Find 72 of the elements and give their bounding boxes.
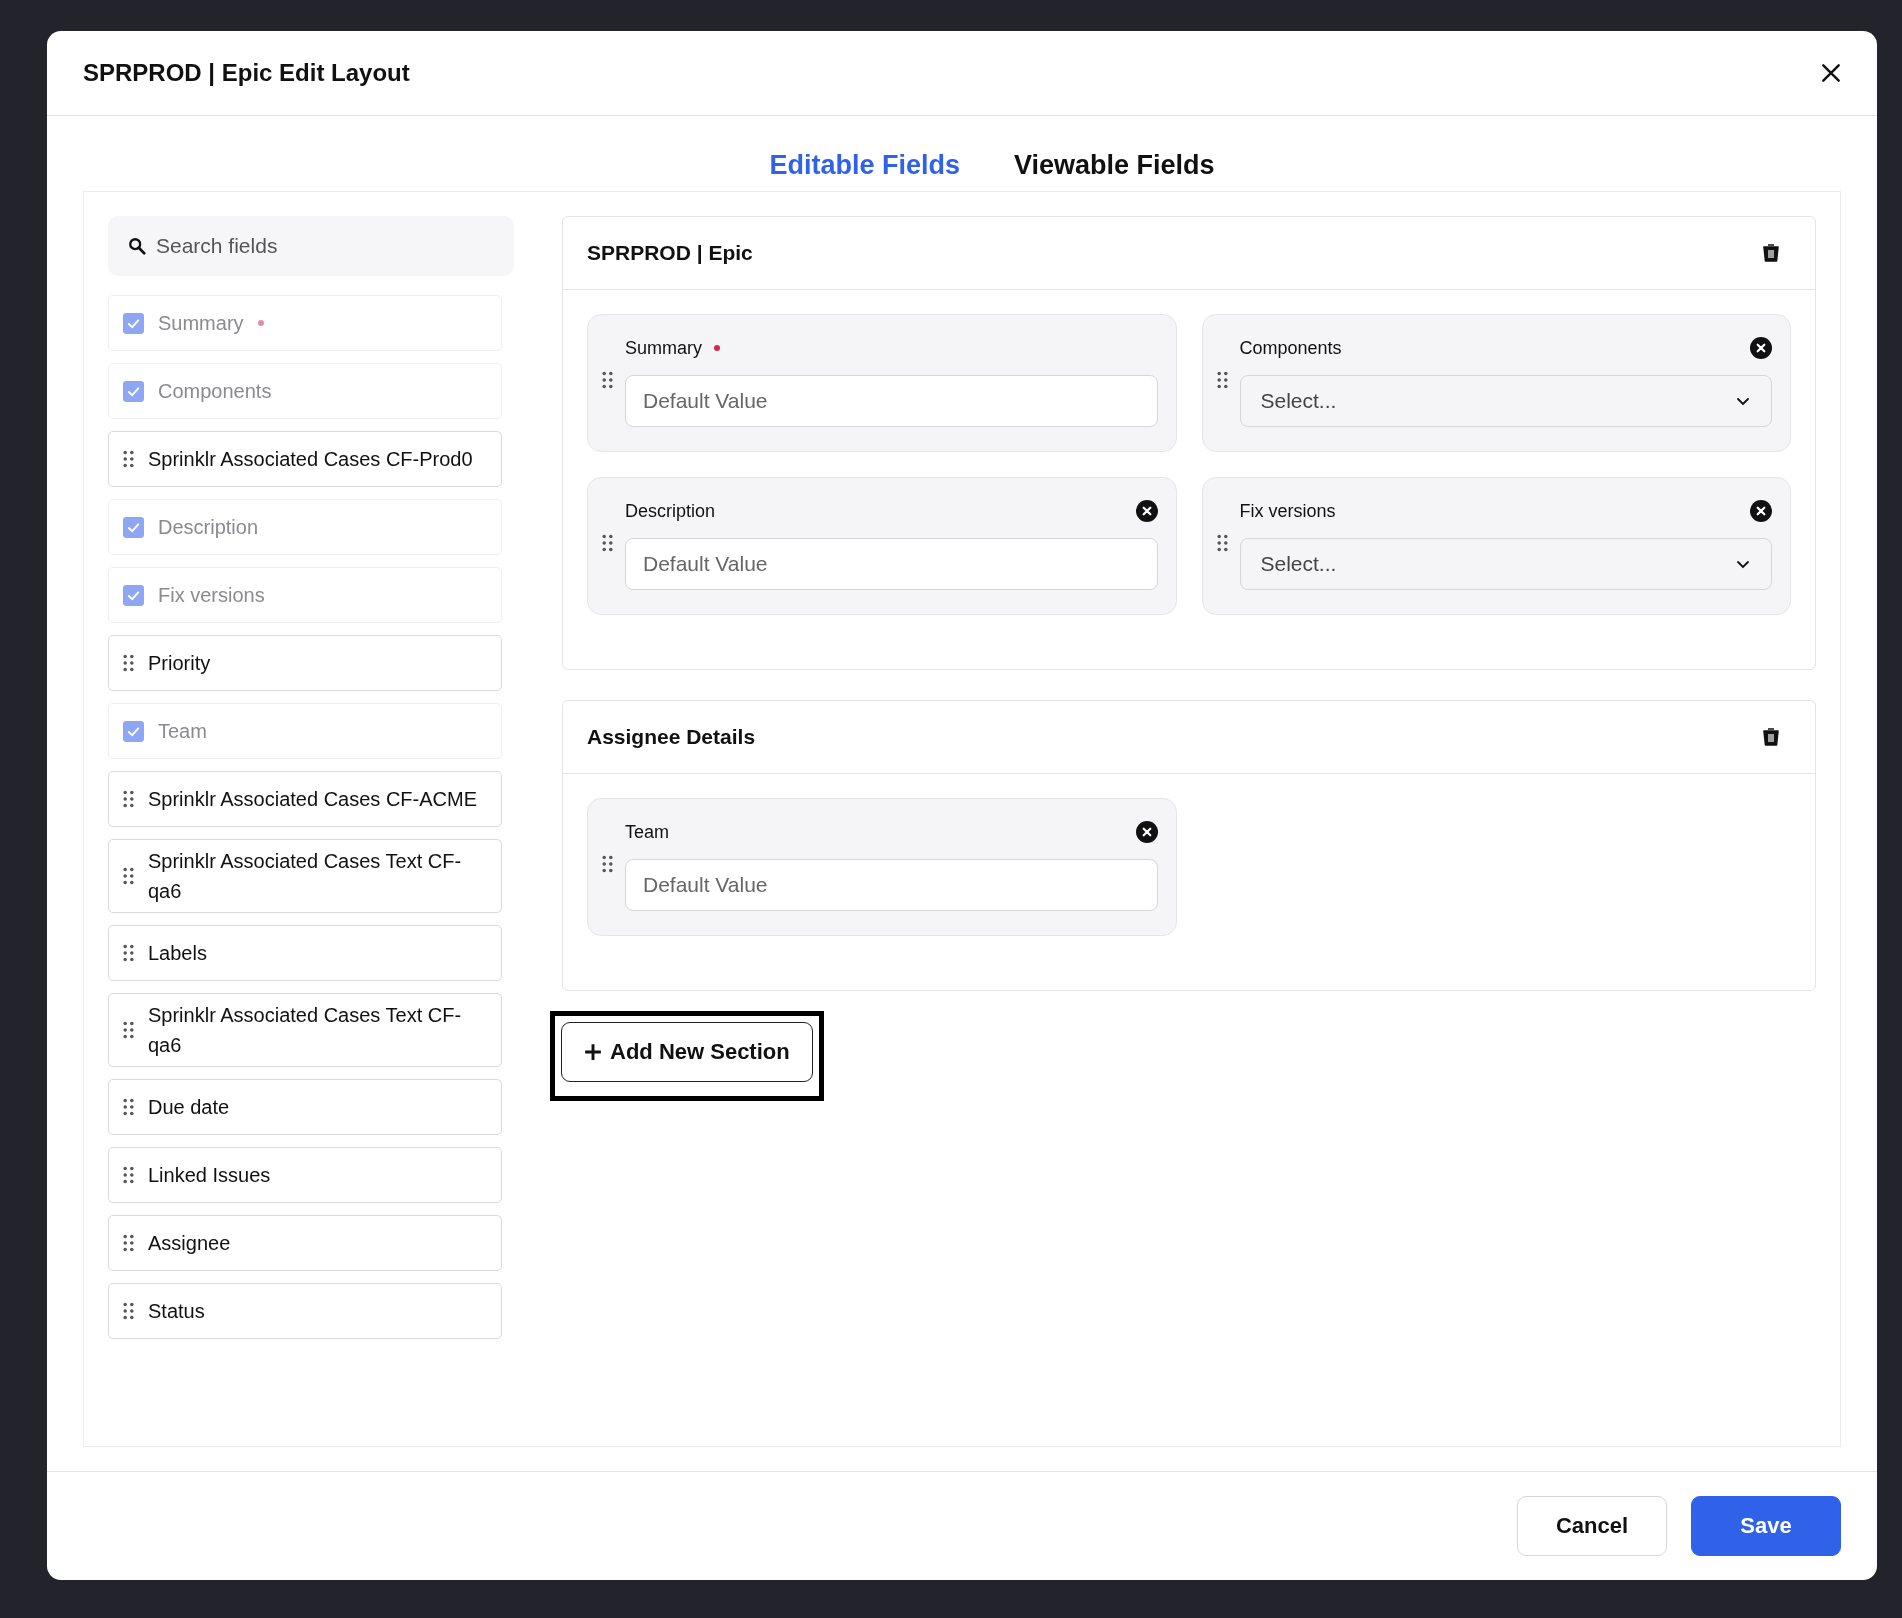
drag-handle-icon[interactable]	[123, 867, 134, 885]
field-label: Summary	[625, 337, 702, 359]
field-label: Components	[158, 379, 272, 404]
drag-handle-icon[interactable]	[123, 450, 134, 468]
field-list-item[interactable]: Sprinklr Associated Cases CF-ACME	[108, 771, 502, 827]
close-icon[interactable]	[1820, 62, 1842, 84]
field-list-item[interactable]: Assignee	[108, 1215, 502, 1271]
drag-handle-icon[interactable]	[602, 371, 613, 389]
field-label: Fix versions	[158, 583, 265, 608]
drag-handle-icon[interactable]	[123, 1234, 134, 1252]
select-dropdown[interactable]: Select...	[1239, 375, 1772, 427]
select-dropdown[interactable]: Select...	[1239, 538, 1772, 590]
field-label: Status	[148, 1299, 205, 1324]
plus-icon	[584, 1043, 602, 1061]
trash-icon[interactable]	[1761, 243, 1781, 263]
field-label: Team	[158, 719, 207, 744]
drag-handle-icon[interactable]	[1216, 371, 1228, 389]
remove-icon[interactable]	[1750, 337, 1772, 359]
field-label: Sprinklr Associated Cases Text CF-qa6	[148, 1003, 463, 1058]
field-label: Priority	[148, 651, 211, 676]
field-label: Due date	[148, 1095, 230, 1120]
checkbox[interactable]	[123, 720, 144, 742]
checkbox[interactable]	[123, 516, 144, 538]
field-label: Sprinklr Associated Cases CF-Prod0	[148, 447, 473, 472]
trash-icon[interactable]	[1761, 727, 1781, 747]
default-value-field[interactable]: Default Value	[625, 859, 1158, 911]
drag-handle-icon[interactable]	[123, 1166, 134, 1184]
field-label: Summary	[158, 311, 244, 336]
checkbox[interactable]	[123, 584, 144, 606]
section-title: Assignee Details	[587, 725, 756, 749]
field-list-item[interactable]: Due date	[108, 1079, 502, 1135]
default-value-field[interactable]: Default Value	[625, 538, 1158, 590]
field-list-item[interactable]: Status	[108, 1283, 502, 1339]
cancel-button[interactable]: Cancel	[1517, 1496, 1667, 1556]
field-label: Fix versions	[1239, 500, 1336, 522]
field-label: Description	[625, 500, 716, 522]
save-button[interactable]: Save	[1691, 1496, 1841, 1556]
drag-handle-icon[interactable]	[123, 790, 134, 808]
field-label: Description	[158, 515, 259, 540]
dialog-title: SPRPROD | Epic Edit Layout	[83, 59, 411, 87]
section-title: SPRPROD | Epic	[587, 241, 753, 265]
field-list-item[interactable]: Sprinklr Associated Cases Text CF-qa6	[108, 993, 502, 1067]
drag-handle-icon[interactable]	[602, 855, 613, 873]
field-label: Team	[625, 821, 669, 843]
field-list-item[interactable]: Priority	[108, 635, 502, 691]
remove-icon[interactable]	[1750, 500, 1772, 522]
field-label: Labels	[148, 941, 207, 966]
drag-handle-icon[interactable]	[602, 534, 613, 552]
default-value-field[interactable]: Default Value	[625, 375, 1158, 427]
drag-handle-icon[interactable]	[1216, 534, 1228, 552]
field-list-item[interactable]: Sprinklr Associated Cases CF-Prod0	[108, 431, 502, 487]
tab[interactable]: Viewable Fields	[1013, 150, 1215, 181]
field-label: Sprinklr Associated Cases CF-ACME	[148, 787, 477, 812]
checkbox[interactable]	[123, 312, 144, 334]
field-label: Sprinklr Associated Cases Text CF-qa6	[148, 849, 463, 904]
checkbox[interactable]	[123, 380, 144, 402]
search-field[interactable]: Search fields	[108, 216, 514, 276]
add-section-button[interactable]: Add New Section	[561, 1022, 813, 1082]
drag-handle-icon[interactable]	[123, 654, 134, 672]
field-list-item[interactable]: Linked Issues	[108, 1147, 502, 1203]
drag-handle-icon[interactable]	[123, 1302, 134, 1320]
field-list-item[interactable]: Labels	[108, 925, 502, 981]
field-list-item[interactable]: Sprinklr Associated Cases Text CF-qa6	[108, 839, 502, 913]
field-label: Linked Issues	[148, 1163, 271, 1188]
drag-handle-icon[interactable]	[123, 1021, 134, 1039]
remove-icon[interactable]	[1135, 500, 1158, 522]
field-label: Assignee	[148, 1231, 231, 1256]
drag-handle-icon[interactable]	[123, 1098, 134, 1116]
tab[interactable]: Editable Fields	[769, 150, 960, 181]
remove-icon[interactable]	[1135, 821, 1158, 843]
drag-handle-icon[interactable]	[123, 944, 134, 962]
field-label: Components	[1239, 337, 1342, 359]
